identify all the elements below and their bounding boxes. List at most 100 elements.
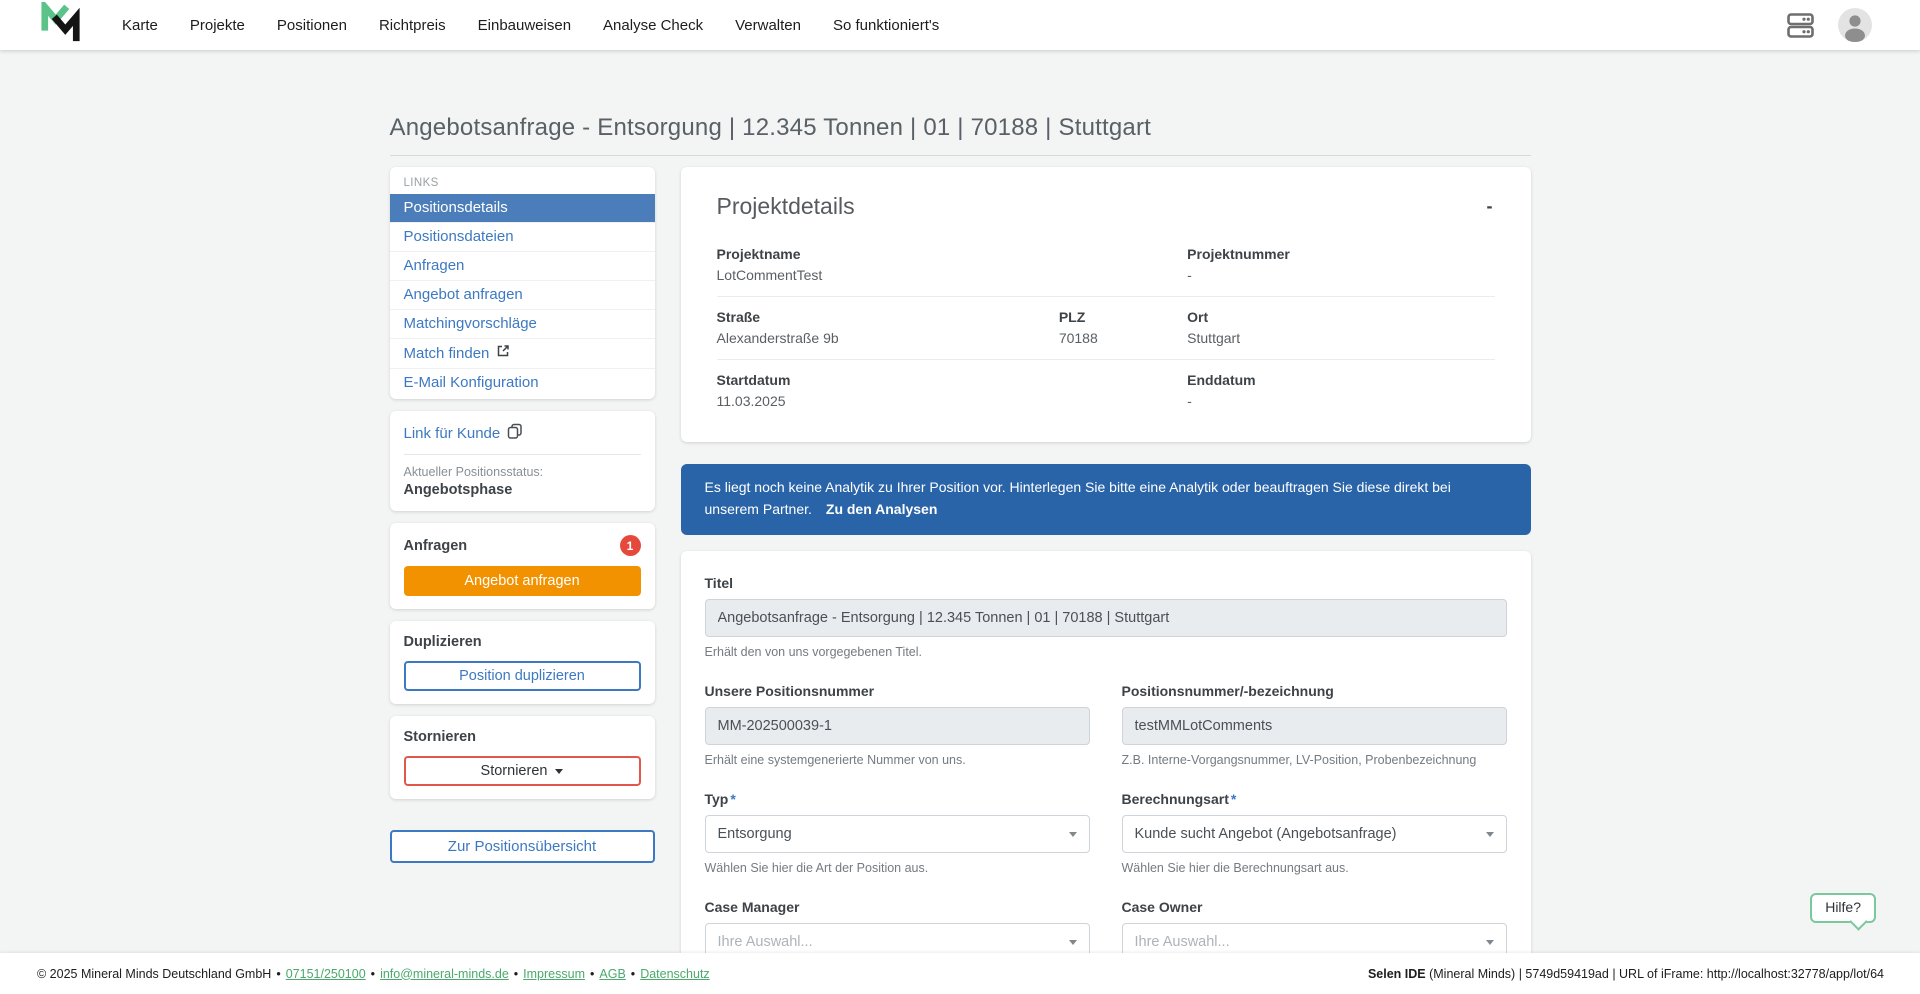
berechnungsart-label: Berechnungsart*: [1122, 791, 1507, 807]
sidebar-item-matchingvorschlaege[interactable]: Matchingvorschläge: [390, 310, 655, 339]
strasse-value: Alexanderstraße 9b: [717, 330, 1059, 346]
anfragen-card: Anfragen 1 Angebot anfragen: [390, 523, 655, 609]
bezeichnung-input: [1122, 707, 1507, 745]
typ-label: Typ*: [705, 791, 1090, 807]
sidebar-item-label: Matchingvorschläge: [404, 315, 537, 332]
nav-item-einbauweisen[interactable]: Einbauweisen: [462, 17, 587, 34]
sidebar-item-match-finden[interactable]: Match finden: [390, 339, 655, 369]
projektnummer-value: -: [1187, 267, 1494, 283]
chevron-down-icon: [1486, 940, 1494, 945]
phone-link[interactable]: 07151/250100: [286, 967, 366, 981]
top-navbar: Karte Projekte Positionen Richtpreis Ein…: [0, 0, 1920, 50]
zur-positionsuebersicht-button[interactable]: Zur Positionsübersicht: [390, 830, 655, 863]
titel-input: [705, 599, 1507, 637]
agb-link[interactable]: AGB: [599, 967, 625, 981]
typ-select[interactable]: Entsorgung: [705, 815, 1090, 853]
stornieren-heading: Stornieren: [404, 729, 477, 745]
separator: •: [276, 967, 280, 981]
chevron-down-icon: [1486, 832, 1494, 837]
user-avatar[interactable]: [1838, 8, 1872, 42]
startdatum-value: 11.03.2025: [717, 393, 1059, 409]
sidebar-item-anfragen[interactable]: Anfragen: [390, 252, 655, 281]
projektdetails-heading: Projektdetails: [717, 193, 855, 220]
copy-icon: [507, 423, 523, 443]
sidebar-item-angebot-anfragen[interactable]: Angebot anfragen: [390, 281, 655, 310]
stornieren-card: Stornieren Stornieren: [390, 716, 655, 799]
sidebar-item-positionsdetails[interactable]: Positionsdetails: [390, 194, 655, 223]
alert-text: Es liegt noch keine Analytik zu Ihrer Po…: [705, 479, 1451, 517]
plz-label: PLZ: [1059, 309, 1187, 325]
separator: •: [590, 967, 594, 981]
iframe-url-text: (Mineral Minds) | 5749d59419ad | URL of …: [1426, 967, 1884, 981]
separator: •: [514, 967, 518, 981]
separator: •: [631, 967, 635, 981]
footer: © 2025 Mineral Minds Deutschland GmbH • 07…: [0, 953, 1920, 994]
sidebar-item-positionsdateien[interactable]: Positionsdateien: [390, 223, 655, 252]
hilfe-button[interactable]: Hilfe?: [1810, 893, 1876, 923]
sidebar-item-label: Match finden: [404, 345, 490, 362]
titel-label: Titel: [705, 575, 1507, 591]
position-duplizieren-button[interactable]: Position duplizieren: [404, 661, 641, 691]
position-form-card: Titel Erhält den von uns vorgegebenen Ti…: [681, 551, 1531, 991]
project-row: Projektname LotCommentTest Projektnummer…: [717, 234, 1495, 296]
datenschutz-link[interactable]: Datenschutz: [640, 967, 709, 981]
sidebar-item-label: E-Mail Konfiguration: [404, 374, 539, 391]
stornieren-button-label: Stornieren: [481, 763, 548, 779]
nav-item-verwalten[interactable]: Verwalten: [719, 17, 817, 34]
case-owner-label: Case Owner: [1122, 899, 1507, 915]
anfragen-count-badge: 1: [620, 535, 641, 556]
zu-den-analysen-link[interactable]: Zu den Analysen: [826, 501, 938, 517]
nav-item-projekte[interactable]: Projekte: [174, 17, 261, 34]
duplizieren-heading: Duplizieren: [404, 634, 482, 650]
projektname-label: Projektname: [717, 246, 1059, 262]
chevron-down-icon: [555, 769, 563, 774]
positionsnummer-helper: Erhält eine systemgenerierte Nummer von …: [705, 753, 1090, 767]
copyright-text: © 2025 Mineral Minds Deutschland GmbH: [37, 967, 271, 981]
case-manager-label: Case Manager: [705, 899, 1090, 915]
anfragen-heading: Anfragen: [404, 538, 468, 554]
berechnungsart-select-value: Kunde sucht Angebot (Angebotsanfrage): [1135, 826, 1397, 842]
links-header: LINKS: [390, 167, 655, 194]
logo-icon: [40, 2, 82, 49]
required-asterisk: *: [1231, 791, 1236, 807]
project-row: Startdatum 11.03.2025 Enddatum -: [717, 359, 1495, 422]
impressum-link[interactable]: Impressum: [523, 967, 585, 981]
projektname-value: LotCommentTest: [717, 267, 1059, 283]
ort-value: Stuttgart: [1187, 330, 1494, 346]
stornieren-dropdown-button[interactable]: Stornieren: [404, 756, 641, 786]
analytik-alert: Es liegt noch keine Analytik zu Ihrer Po…: [681, 464, 1531, 535]
nav-item-so-funktionierts[interactable]: So funktioniert's: [817, 17, 955, 34]
sidebar-item-email-konfiguration[interactable]: E-Mail Konfiguration: [390, 369, 655, 397]
server-rack-icon[interactable]: [1787, 13, 1814, 38]
title-divider: [390, 155, 1531, 156]
enddatum-value: -: [1187, 393, 1494, 409]
footer-right: Selen IDE (Mineral Minds) | 5749d59419ad…: [1368, 967, 1884, 981]
startdatum-label: Startdatum: [717, 372, 1059, 388]
positionsnummer-label: Unsere Positionsnummer: [705, 683, 1090, 699]
main-content: Projektdetails - Projektname LotCommentT…: [681, 167, 1531, 991]
position-status-value: Angebotsphase: [404, 482, 641, 498]
collapse-icon[interactable]: -: [1485, 193, 1495, 219]
email-link[interactable]: info@mineral-minds.de: [380, 967, 509, 981]
main-nav: Karte Projekte Positionen Richtpreis Ein…: [106, 17, 955, 34]
plz-value: 70188: [1059, 330, 1187, 346]
typ-select-value: Entsorgung: [718, 826, 792, 842]
angebot-anfragen-button[interactable]: Angebot anfragen: [404, 566, 641, 596]
case-owner-placeholder: Ihre Auswahl...: [1135, 934, 1230, 950]
bezeichnung-label: Positionsnummer/-bezeichnung: [1122, 683, 1507, 699]
link-fuer-kunde[interactable]: Link für Kunde: [404, 423, 524, 443]
nav-item-analyse-check[interactable]: Analyse Check: [587, 17, 719, 34]
divider: [404, 454, 641, 455]
mineral-minds-logo[interactable]: [40, 2, 82, 49]
nav-item-richtpreis[interactable]: Richtpreis: [363, 17, 462, 34]
page-title: Angebotsanfrage - Entsorgung | 12.345 To…: [390, 114, 1531, 142]
kunde-card: Link für Kunde Aktueller Positionsstatus…: [390, 411, 655, 511]
nav-item-karte[interactable]: Karte: [106, 17, 174, 34]
chevron-down-icon: [1069, 940, 1077, 945]
bezeichnung-helper: Z.B. Interne-Vorgangsnummer, LV-Position…: [1122, 753, 1507, 767]
sidebar-item-label: Positionsdetails: [404, 199, 508, 216]
strasse-label: Straße: [717, 309, 1059, 325]
links-card: LINKS Positionsdetails Positionsdateien …: [390, 167, 655, 399]
nav-item-positionen[interactable]: Positionen: [261, 17, 363, 34]
berechnungsart-select[interactable]: Kunde sucht Angebot (Angebotsanfrage): [1122, 815, 1507, 853]
